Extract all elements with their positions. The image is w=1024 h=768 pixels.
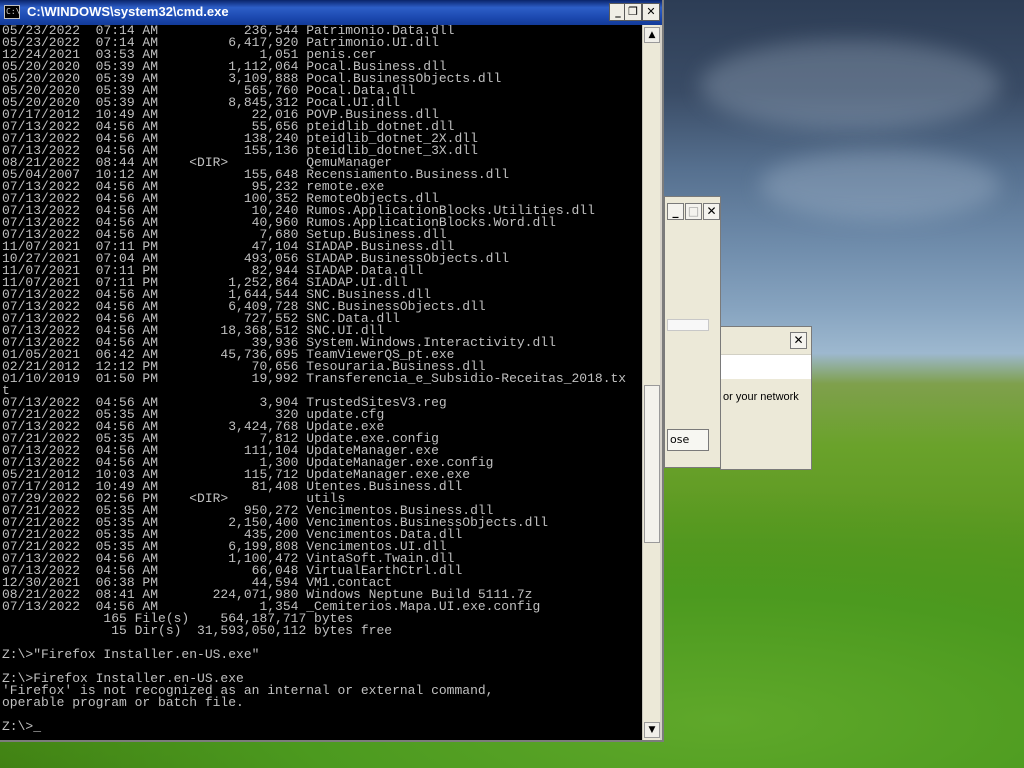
cloud: [700, 40, 1000, 130]
close-button[interactable]: ✕: [703, 203, 720, 220]
dialog-message: or your network: [723, 391, 799, 403]
cmd-app-icon[interactable]: C:\: [4, 5, 20, 19]
scrollbar-thumb[interactable]: [644, 385, 660, 543]
window-title: C:\WINDOWS\system32\cmd.exe: [27, 4, 229, 19]
close-button[interactable]: ✕: [790, 332, 807, 349]
console-line: Z:\>_: [2, 719, 42, 734]
console-text: 05/23/2022 07:14 AM 236,544 Patrimonio.D…: [0, 25, 642, 733]
console-line: operable program or batch file.: [2, 695, 244, 710]
scroll-down-arrow-icon[interactable]: ▼: [644, 722, 660, 738]
scroll-up-arrow-icon[interactable]: ▲: [644, 27, 660, 43]
console-line: 15 Dir(s) 31,593,050,112 bytes free: [2, 623, 393, 638]
maximize-button[interactable]: ❐: [624, 3, 642, 21]
network-dialog: ✕ or your network: [720, 326, 812, 470]
console-line: 01/10/2019 01:50 PM 19,992 Transferencia…: [2, 371, 627, 386]
close-button[interactable]: ✕: [642, 3, 660, 21]
cmd-window: C:\ C:\WINDOWS\system32\cmd.exe _ ❐ ✕ 05…: [0, 0, 664, 742]
close-dialog-button[interactable]: ose: [667, 429, 709, 451]
cmd-titlebar[interactable]: C:\ C:\WINDOWS\system32\cmd.exe _ ❐ ✕: [0, 0, 662, 25]
cloud: [760, 150, 1000, 220]
console-output[interactable]: 05/23/2022 07:14 AM 236,544 Patrimonio.D…: [0, 25, 642, 740]
console-line: Z:\>"Firefox Installer.en-US.exe": [2, 647, 260, 662]
background-dialog: _ □ ✕ ose: [664, 196, 721, 468]
maximize-button[interactable]: □: [685, 203, 702, 220]
dialog-header-strip: [721, 355, 811, 379]
progress-field: [667, 319, 709, 331]
vertical-scrollbar[interactable]: ▲ ▼: [642, 25, 660, 740]
minimize-button[interactable]: _: [667, 203, 684, 220]
